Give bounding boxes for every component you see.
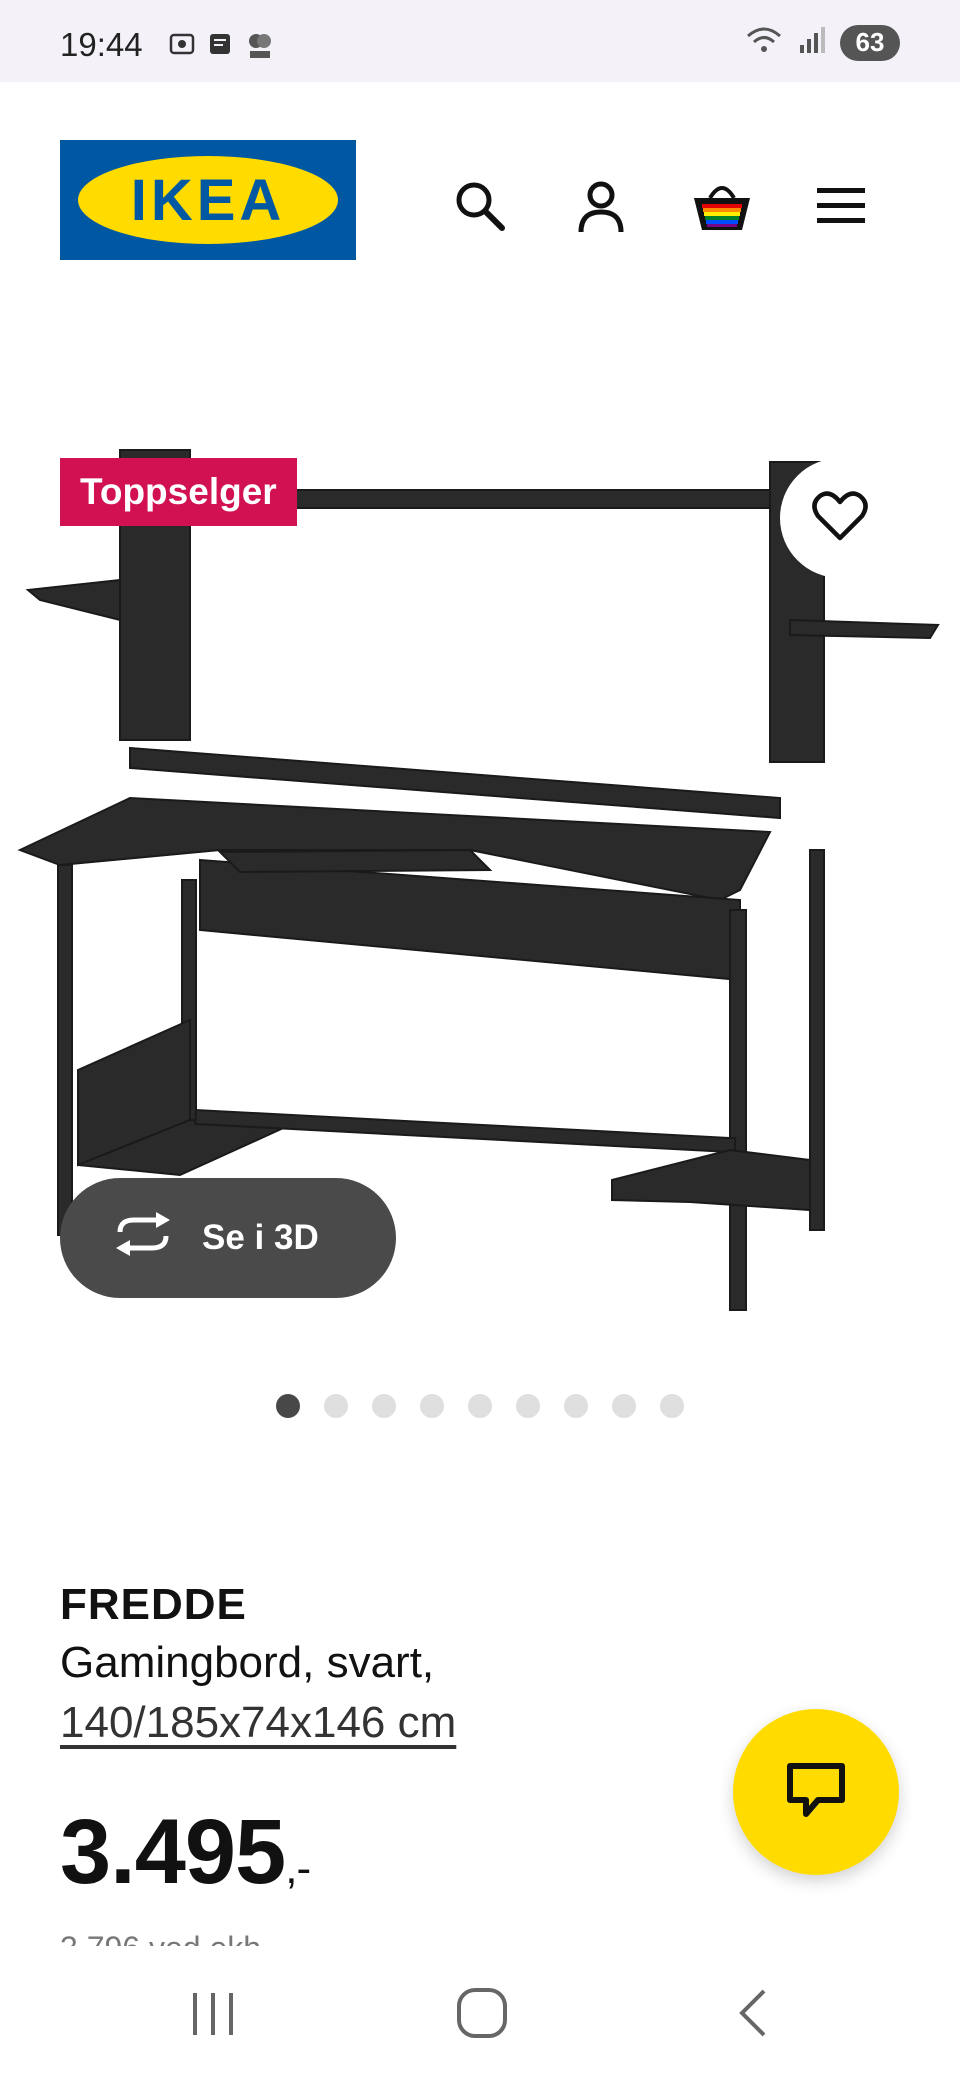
status-bar: 19:44 63 [0,0,960,82]
price-value: 3.495 [60,1801,286,1903]
product-price: 3.495,- [60,1800,311,1905]
chat-button[interactable] [733,1709,899,1875]
svg-text:IKEA: IKEA [131,168,286,233]
status-notification-icons [168,30,272,58]
status-system-icons: 63 [744,24,900,61]
system-nav-bar [0,1946,960,2080]
see-in-3d-button[interactable]: Se i 3D [60,1178,396,1298]
bestseller-badge: Toppselger [60,458,297,526]
favorite-button[interactable] [780,458,900,578]
account-icon [573,178,629,239]
product-dimensions-link[interactable]: 140/185x74x146 cm [60,1698,456,1748]
pagination-dot[interactable] [564,1394,588,1418]
heart-icon [812,490,868,547]
pagination-dot[interactable] [372,1394,396,1418]
rotate-3d-icon [112,1211,174,1265]
recents-button[interactable] [184,1988,244,2042]
screenshot-icon [168,30,196,58]
pagination-dot[interactable] [516,1394,540,1418]
back-icon [734,1987,770,2044]
pagination-dot[interactable] [276,1394,300,1418]
home-button[interactable] [452,1987,512,2044]
menu-button[interactable] [805,172,877,244]
ikea-logo[interactable]: IKEA [60,140,356,260]
search-icon [452,178,508,239]
site-header: IKEA [0,82,960,260]
pagination-dot[interactable] [468,1394,492,1418]
recents-icon [189,1989,239,2042]
product-description: Gamingbord, svart, [60,1638,435,1687]
signal-icon [798,25,826,60]
wifi-icon [744,24,784,61]
pagination-dot[interactable] [660,1394,684,1418]
back-button[interactable] [722,1988,782,2042]
see-in-3d-label: Se i 3D [202,1218,319,1257]
home-icon [456,1987,508,2044]
sas-icon [244,30,272,58]
pagination-dot[interactable] [612,1394,636,1418]
status-time: 19:44 [60,26,143,63]
product-name: FREDDE [60,1580,247,1629]
account-button[interactable] [565,172,637,244]
notes-icon [206,30,234,58]
image-pagination [276,1394,684,1418]
price-suffix: ,- [285,1844,311,1893]
search-button[interactable] [444,172,516,244]
menu-icon [815,184,867,233]
pagination-dot[interactable] [420,1394,444,1418]
chat-icon [784,1760,848,1825]
battery-indicator: 63 [840,24,900,61]
cart-button[interactable] [686,172,758,244]
partial-text-line: 3.796 ved ekh [60,1930,261,1946]
cart-icon [690,176,754,241]
pagination-dot[interactable] [324,1394,348,1418]
